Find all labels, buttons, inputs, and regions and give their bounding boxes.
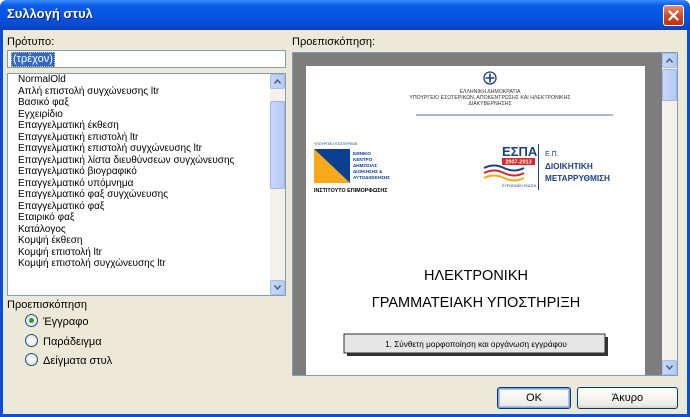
radio-example[interactable] [25, 334, 38, 347]
scroll-thumb[interactable] [270, 101, 285, 189]
template-list-item[interactable]: Επαγγελματική επιστολή ltr [18, 132, 268, 144]
chevron-up-icon [274, 79, 281, 84]
ok-button[interactable]: OK [497, 387, 571, 409]
radio-selected-dot [29, 318, 34, 323]
preview-scroll-up-button[interactable] [662, 53, 677, 68]
doc-title-line-1: ΗΛΕΚΤΡΟΝΙΚΗ [424, 268, 528, 284]
title-bar[interactable]: Συλλογή στυλ [0, 0, 690, 30]
template-list[interactable]: NormalOld Απλή επιστολή συγχώνευσης ltr Βα… [7, 73, 286, 296]
preview-scroll-thumb[interactable] [662, 69, 677, 101]
greek-emblem-icon [483, 71, 497, 85]
window-title: Συλλογή στυλ [7, 6, 93, 21]
radio-style-samples[interactable] [25, 353, 38, 366]
ekdd-logo-line-2: ΚΕΝΤΡΟ [353, 157, 373, 162]
radio-document[interactable] [25, 314, 38, 327]
close-icon [668, 10, 679, 21]
template-list-item[interactable]: Επαγγελματική επιστολή συγχώνευσης ltr [18, 143, 268, 155]
program-line-1: ΔΙΟΙΚΗΤΙΚΗ [545, 162, 593, 171]
template-label: Πρότυπο: [7, 36, 55, 48]
preview-document: ΕΛΛΗΝΙΚΗ ΔΗΜΟΚΡΑΤΙΑ ΥΠΟΥΡΓΕΙΟ ΕΣΩΤΕΡΙΚΩΝ… [314, 71, 613, 356]
ekdd-logo-caption: ΙΝΣΤΙΤΟΥΤΟ ΕΠΙΜΟΡΦΩΣΗΣ [314, 188, 388, 194]
dialog-body: Πρότυπο: (τρέχον) NormalOld Απλή επιστολή… [3, 30, 687, 414]
template-list-item[interactable]: Κομψή επιστολή συγχώνευσης ltr [18, 258, 268, 270]
preview-options-label: Προεπισκόπηση [7, 299, 87, 311]
preview-scroll-down-button[interactable] [662, 360, 677, 375]
template-input-value: (τρέχον) [11, 52, 55, 67]
template-list-item[interactable]: Επαγγελματικό βιογραφικό [18, 166, 268, 178]
espa-logo: ΕΣΠΑ 2007-2013 ΕΥΡΩΠΑΪΚΗ ΕΝΩΣΗ Ε.Π. ΔΙΟΙ… [483, 144, 610, 190]
ekdd-logo-small-text: ΥΠΟΥΡΓΕΙΟ ΕΣΩΤΕΡΙΚΩΝ [314, 142, 358, 146]
cancel-button[interactable]: Άκυρο [577, 387, 678, 409]
template-list-item[interactable]: NormalOld [18, 74, 268, 86]
radio-example-label: Παράδειγμα [43, 336, 102, 348]
ekdd-logo: ΥΠΟΥΡΓΕΙΟ ΕΣΩΤΕΡΙΚΩΝ ΕΘΝΙΚΟ ΚΕΝΤΡΟ ΔΗΜΟΣ… [314, 142, 390, 194]
ep-label: Ε.Π. [545, 151, 559, 158]
program-line-2: ΜΕΤΑΡΡΥΘΜΙΣΗ [545, 174, 610, 183]
chevron-up-icon [666, 58, 673, 63]
template-list-item[interactable]: Εταιρικό φαξ [18, 212, 268, 224]
template-list-item[interactable]: Επαγγελματική έκθεση [18, 120, 268, 132]
chevron-down-icon [666, 365, 673, 370]
template-input[interactable]: (τρέχον) [7, 50, 286, 68]
preview-label: Προεπισκόπηση: [292, 36, 376, 48]
espa-logo-sub: ΕΥΡΩΠΑΪΚΗ ΕΝΩΣΗ [502, 184, 537, 188]
template-list-item[interactable]: Απλή επιστολή συγχώνευσης ltr [18, 86, 268, 98]
doc-header-line-3: ΔΙΑΚΥΒΕΡΝΗΣΗΣ [468, 101, 511, 107]
doc-subtitle-box: 1. Σύνθετη μορφοποίηση και οργάνωση εγγρ… [385, 340, 567, 349]
template-list-item[interactable]: Κομψή έκθεση [18, 235, 268, 247]
template-list-item[interactable]: Εγχειρίδιο [18, 109, 268, 121]
template-list-item[interactable]: Επαγγελματικό φαξ [18, 201, 268, 213]
ekdd-logo-line-5: ΑΥΤΟΔΙΟΙΚΗΣΗΣ [353, 175, 390, 180]
scroll-down-button[interactable] [270, 280, 285, 295]
close-button[interactable] [663, 5, 684, 26]
template-list-item[interactable]: Επαγγελματική λίστα διευθύνσεων συγχώνευ… [18, 155, 268, 167]
espa-logo-text: ΕΣΠΑ [502, 144, 538, 159]
template-list-scrollbar[interactable] [270, 74, 285, 295]
ekdd-logo-line-3: ΔΗΜΟΣΙΑΣ [353, 163, 377, 168]
chevron-down-icon [274, 285, 281, 290]
template-list-item[interactable]: Επαγγελματικό υπόμνημα [18, 178, 268, 190]
template-list-items: NormalOld Απλή επιστολή συγχώνευσης ltr Βα… [18, 74, 268, 270]
template-list-item[interactable]: Κομψή επιστολή ltr [18, 247, 268, 259]
espa-logo-years: 2007-2013 [505, 160, 531, 166]
template-list-item[interactable]: Κατάλογος [18, 224, 268, 236]
preview-page: ΕΛΛΗΝΙΚΗ ΔΗΜΟΚΡΑΤΙΑ ΥΠΟΥΡΓΕΙΟ ΕΣΩΤΕΡΙΚΩΝ… [306, 66, 645, 375]
preview-pane: ΕΛΛΗΝΙΚΗ ΔΗΜΟΚΡΑΤΙΑ ΥΠΟΥΡΓΕΙΟ ΕΣΩΤΕΡΙΚΩΝ… [292, 52, 678, 376]
doc-title-line-2: ΓΡΑΜΜΑΤΕΙΑΚΗ ΥΠΟΣΤΗΡΙΞΗ [372, 295, 580, 311]
preview-scrollbar[interactable] [662, 53, 677, 375]
dialog-window: Συλλογή στυλ Πρότυπο: (τρέχον) NormalOld… [0, 0, 690, 417]
radio-document-label: Έγγραφο [43, 316, 89, 328]
radio-style-samples-label: Δείγματα στυλ [43, 355, 113, 367]
ekdd-logo-line-4: ΔΙΟΙΚΗΣΗΣ & [353, 169, 383, 174]
scroll-up-button[interactable] [270, 74, 285, 89]
ekdd-logo-line-1: ΕΘΝΙΚΟ [353, 151, 371, 156]
template-list-item[interactable]: Βασικό φαξ [18, 97, 268, 109]
template-list-item[interactable]: Επαγγελματικό φαξ συγχώνευσης [18, 189, 268, 201]
